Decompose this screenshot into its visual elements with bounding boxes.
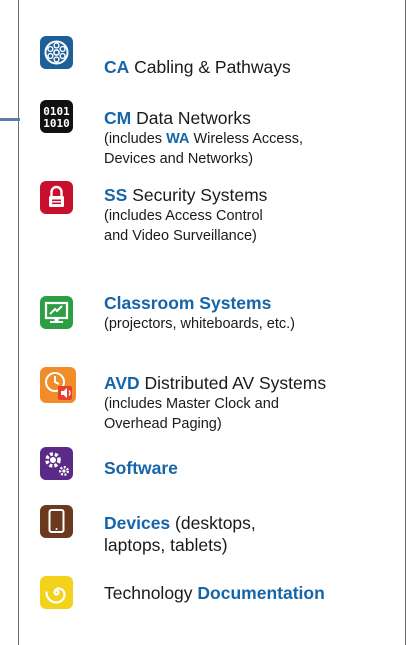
tablet-icon <box>40 505 73 538</box>
item-heading: SS Security Systems <box>104 185 268 205</box>
right-border-line <box>405 0 406 645</box>
item-subtext: (includes Master Clock and <box>104 396 279 412</box>
binary-data-icon: 0101 1010 <box>40 100 73 133</box>
item-subtext: and Video Surveillance) <box>104 228 257 244</box>
item-heading: AVD Distributed AV Systems <box>104 373 327 393</box>
monitor-icon <box>40 296 73 329</box>
item-subtext: Overhead Paging) <box>104 416 222 432</box>
gears-icon <box>40 447 73 480</box>
item-heading: Devices (desktops, <box>104 513 256 533</box>
item-subtext: (includes Access Control <box>104 208 263 224</box>
item-subtext: (projectors, whiteboards, etc.) <box>104 316 295 332</box>
padlock-icon <box>40 181 73 214</box>
item-heading: Software <box>104 458 178 478</box>
item-heading: Technology Documentation <box>104 583 325 603</box>
spiral-icon <box>40 576 73 609</box>
connector-line <box>0 118 20 121</box>
item-subtext: (includes WA Wireless Access, <box>104 131 304 147</box>
item-subtext: laptops, tablets) <box>104 535 228 555</box>
item-heading: CM Data Networks <box>104 108 251 128</box>
clock-speaker-icon <box>40 367 76 403</box>
svg-text:1010: 1010 <box>43 117 70 130</box>
left-border-line <box>18 0 19 645</box>
item-heading: Classroom Systems <box>104 293 272 313</box>
item-heading: CA Cabling & Pathways <box>104 57 291 77</box>
item-subtext: Devices and Networks) <box>104 151 254 167</box>
cable-reel-icon <box>40 36 73 69</box>
